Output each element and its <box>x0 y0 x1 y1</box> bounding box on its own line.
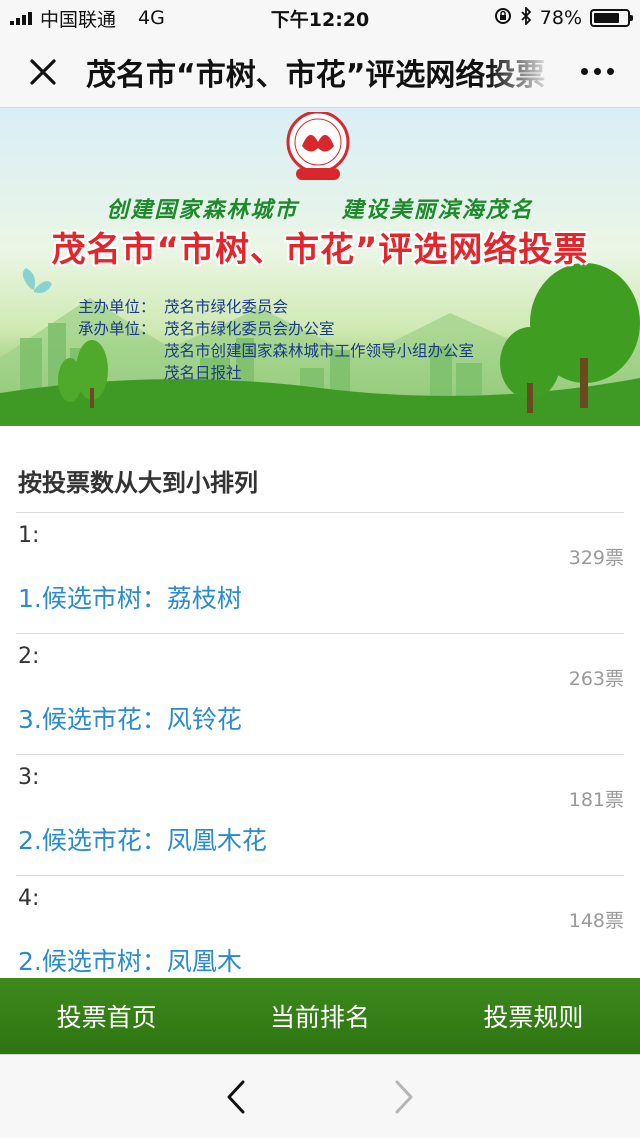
slogan-right: 建设美丽滨海茂名 <box>341 197 534 223</box>
list-item: 2: 263票 3.候选市花：风铃花 <box>16 633 624 754</box>
more-button[interactable] <box>554 36 640 108</box>
rank-number: 3: <box>18 765 40 790</box>
candidate-link[interactable]: 2.候选市树：凤凰木 <box>18 942 242 978</box>
undertaker-label: 承办单位： <box>78 320 156 338</box>
rotation-lock-icon <box>494 7 512 30</box>
undertaker-1: 茂名市绿化委员会办公室 <box>164 320 335 338</box>
carrier-label: 中国联通 <box>40 8 117 31</box>
list-item: 3: 181票 2.候选市花：凤凰木花 <box>16 754 624 875</box>
chevron-right-icon <box>395 1080 413 1113</box>
signal-icon <box>10 11 32 25</box>
nav-bar: 茂名市“市树、市花”评选网络投票 <box>0 36 640 108</box>
rank-number: 2: <box>18 644 40 669</box>
status-bar: 中国联通 4G 下午12:20 78% <box>0 0 640 36</box>
sponsors-block: 主办单位： 茂名市绿化委员会 承办单位： 茂名市绿化委员会办公室 茂名市创建国家森林… <box>78 296 474 384</box>
back-button[interactable] <box>212 1073 260 1121</box>
candidate-link[interactable]: 1.候选市树：荔枝树 <box>18 579 242 615</box>
banner-title: 茂名市“市树、市花”评选网络投票 <box>51 230 589 270</box>
rank-number: 1: <box>18 523 40 548</box>
candidate-link[interactable]: 3.候选市花：风铃花 <box>18 700 242 736</box>
browser-toolbar <box>0 1054 640 1138</box>
tab-current-ranking[interactable]: 当前排名 <box>213 978 426 1054</box>
undertaker-2: 茂名市创建国家森林城市工作领导小组办公室 <box>164 342 475 360</box>
close-icon <box>30 58 56 85</box>
candidate-link[interactable]: 2.候选市花：凤凰木花 <box>18 821 267 857</box>
undertaker-3: 茂名日报社 <box>164 364 242 382</box>
organizer-label: 主办单位： <box>78 298 156 316</box>
vote-count: 329票 <box>568 547 624 569</box>
chevron-left-icon <box>227 1080 245 1113</box>
ranking-section: 按投票数从大到小排列 1: 329票 1.候选市树：荔枝树 2: 263票 3.… <box>0 426 640 996</box>
tab-vote-home[interactable]: 投票首页 <box>0 978 213 1054</box>
vote-count: 263票 <box>568 668 624 690</box>
vote-count: 181票 <box>568 789 624 811</box>
tab-vote-rules[interactable]: 投票规则 <box>427 978 640 1054</box>
banner-slogan: 创建国家森林城市 建设美丽滨海茂名 <box>0 192 640 224</box>
network-label: 4G <box>138 7 165 29</box>
battery-percent: 78% <box>539 7 582 29</box>
more-icon <box>580 68 614 75</box>
page-title: 茂名市“市树、市花”评选网络投票 <box>86 57 546 93</box>
list-item: 1: 329票 1.候选市树：荔枝树 <box>16 512 624 633</box>
bottom-tab-bar: 投票首页 当前排名 投票规则 <box>0 978 640 1054</box>
rank-number: 4: <box>18 886 40 911</box>
battery-icon <box>590 9 633 27</box>
logo-icon <box>286 112 350 180</box>
slogan-left: 创建国家森林城市 <box>106 197 299 223</box>
ranking-title: 按投票数从大到小排列 <box>18 469 258 497</box>
close-button[interactable] <box>0 36 86 108</box>
bluetooth-icon <box>520 5 532 30</box>
forward-button[interactable] <box>380 1073 428 1121</box>
vote-count: 148票 <box>568 910 624 932</box>
organizer: 茂名市绿化委员会 <box>164 298 289 316</box>
banner: 创建国家森林城市 建设美丽滨海茂名 茂名市“市树、市花”评选网络投票 主办单位：… <box>0 108 640 426</box>
